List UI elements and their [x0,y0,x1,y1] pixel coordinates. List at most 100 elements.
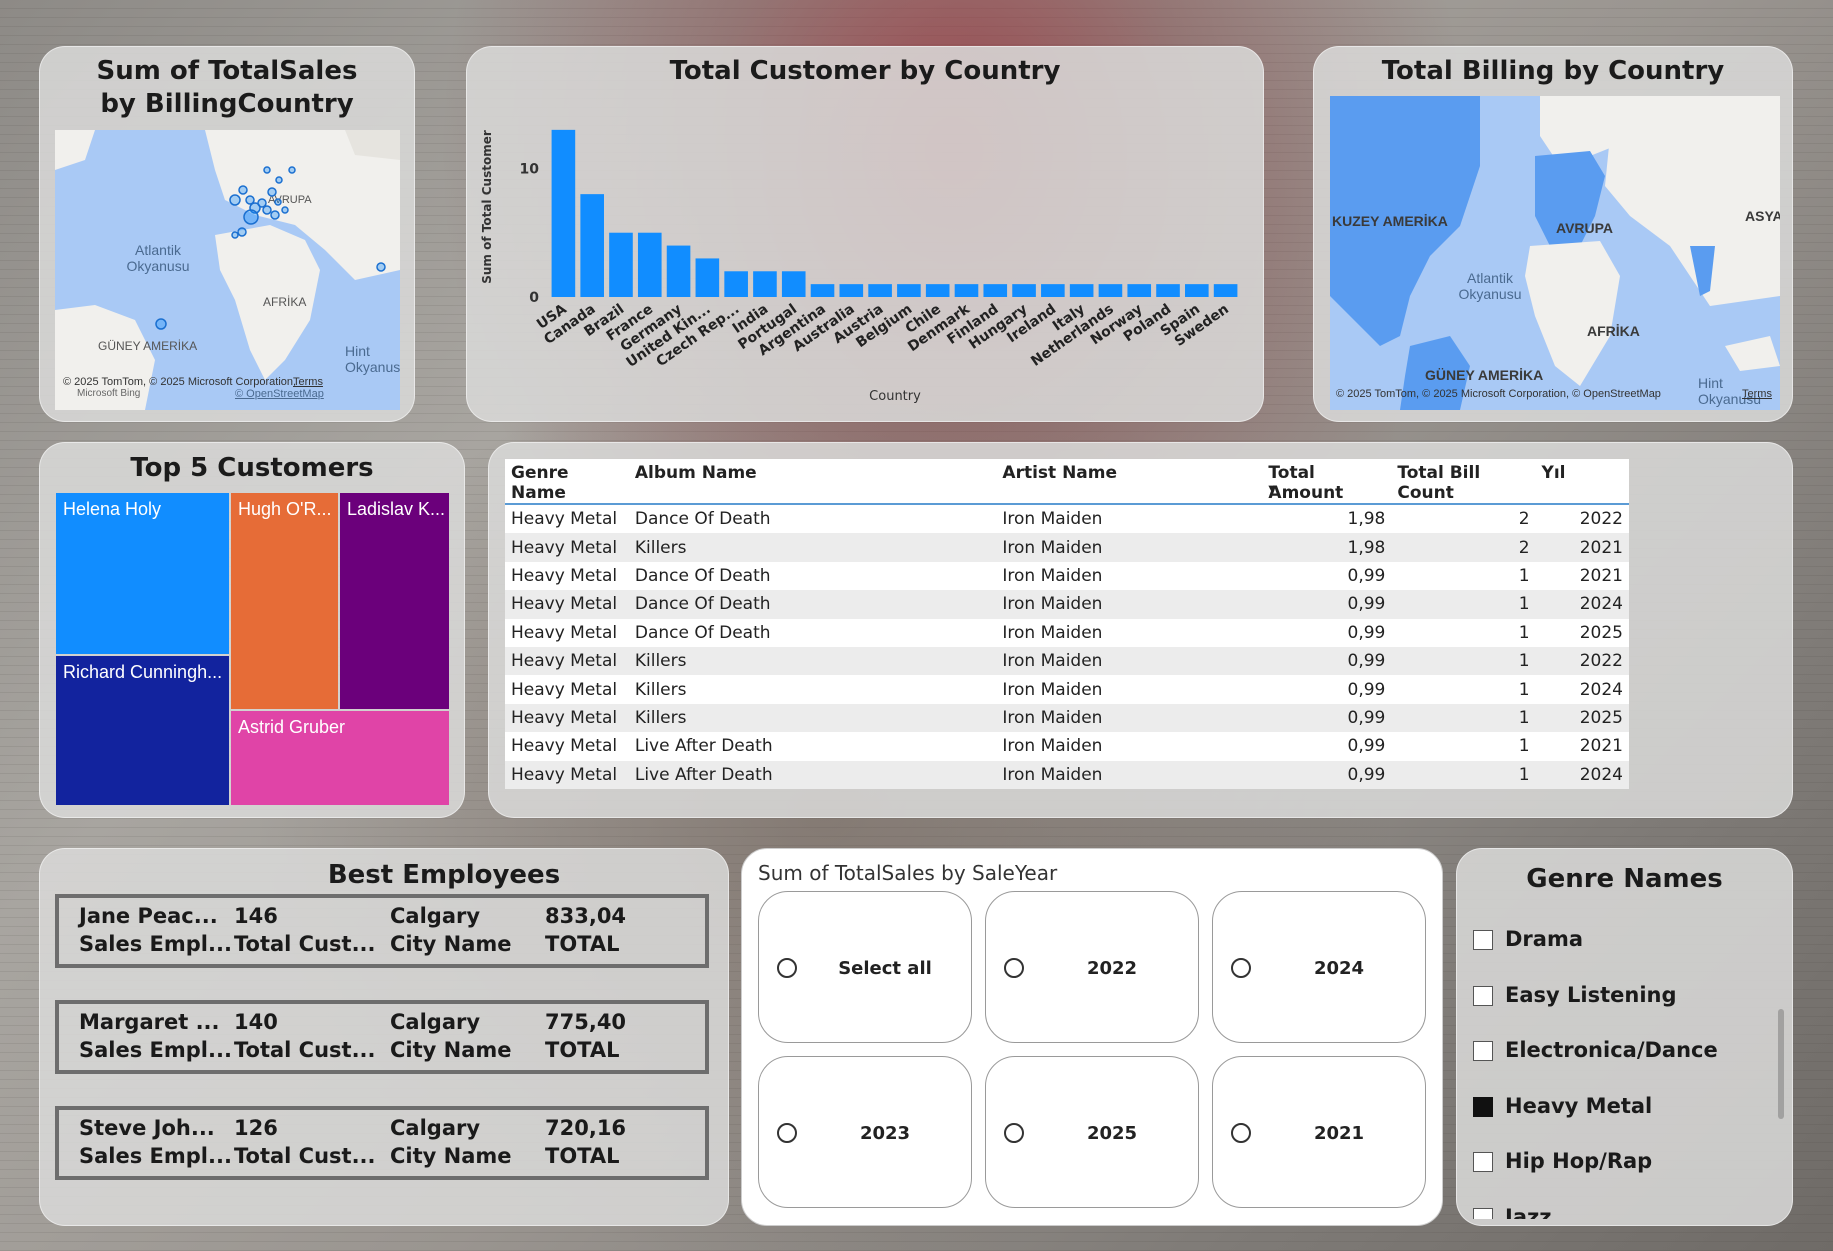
table-cell: 2021 [1579,565,1623,586]
treemap-cell[interactable]: Helena Holy [56,493,229,654]
year-option-button[interactable]: 2023 [758,1056,972,1208]
treemap-cell[interactable]: Astrid Gruber [231,711,449,805]
bar[interactable] [925,284,950,297]
year-slicer-panel: Sum of TotalSales by SaleYear Select all… [741,848,1443,1226]
detail-table-body: Heavy Metal Dance Of Death Iron Maiden 1,98… [505,504,1629,789]
column-header-label: Total Amount [1268,463,1344,503]
radio-icon[interactable] [1231,958,1251,978]
bar[interactable] [954,284,979,297]
table-cell: Heavy Metal [511,736,618,757]
treemap-label: Helena Holy [63,499,162,519]
genre-label: Jazz [1505,1204,1552,1220]
treemap-cell[interactable]: Richard Cunningh... [56,656,229,805]
table-row[interactable]: Heavy Metal Killers Iron Maiden 0,99 1 2022 [505,646,1629,676]
checkbox-icon[interactable] [1473,1041,1493,1061]
column-header-album[interactable]: Album Name [629,459,997,504]
radio-icon[interactable] [777,958,797,978]
year-option-button[interactable]: 2022 [985,891,1199,1043]
bar[interactable] [609,232,633,297]
map-label-atlantic: Atlantik Okyanusu [1458,270,1522,302]
employee-total-label: TOTAL [545,1144,620,1168]
bar[interactable] [1213,284,1238,297]
genre-scrollbar[interactable] [1778,1009,1784,1119]
bar[interactable] [695,258,720,297]
table-cell: 1 [1518,651,1530,672]
radio-icon[interactable] [1004,1123,1024,1143]
sales-map[interactable]: AVRUPA Atlantik Okyanusu AFRİKA GÜNEY AM… [55,130,400,410]
column-header-total-amount[interactable]: Total Amount ▼ [1262,459,1391,504]
column-header-bill-count[interactable]: Total Bill Count [1391,459,1535,504]
radio-icon[interactable] [1004,958,1024,978]
bar[interactable] [781,271,806,297]
y-axis-label: Sum of Total Customer [480,130,494,284]
bar[interactable] [666,245,691,297]
bar[interactable] [1156,284,1180,297]
table-row[interactable]: Heavy Metal Killers Iron Maiden 0,99 1 2025 [505,703,1629,733]
table-row[interactable]: Heavy Metal Dance Of Death Iron Maiden 1,98… [505,504,1629,534]
bar[interactable] [1069,284,1094,297]
bar[interactable] [1185,284,1209,297]
map-label-africa: AFRİKA [1587,323,1640,339]
billing-map[interactable]: KUZEY AMERİKA AVRUPA ASYA Atlantik Okyan… [1330,96,1780,410]
checkbox-icon[interactable] [1473,985,1493,1006]
table-cell: Killers [634,679,687,700]
table-cell: Iron Maiden [1002,651,1103,672]
bar[interactable] [551,129,576,297]
column-header-artist[interactable]: Artist Name [996,459,1262,504]
table-row[interactable]: Heavy Metal Dance Of Death Iron Maiden 0,99… [505,590,1629,619]
sales-map-osm-link[interactable]: © OpenStreetMap [235,388,324,400]
year-option-label: 2023 [859,1123,911,1144]
year-option-button[interactable]: 2024 [1212,891,1426,1043]
bar[interactable] [868,284,892,297]
table-row[interactable]: Heavy Metal Killers Iron Maiden 0,99 1 2024 [505,675,1629,704]
sales-map-title: Sum of TotalSales by BillingCountry [96,56,358,119]
column-header-year[interactable]: Yıl [1536,459,1629,504]
bar[interactable] [637,232,662,297]
table-cell: Killers [634,651,687,672]
bar[interactable] [580,194,604,297]
table-cell: 0,99 [1347,764,1386,785]
bar[interactable] [810,284,835,297]
table-cell: 2025 [1579,707,1623,728]
year-option-button[interactable]: 2025 [985,1056,1199,1208]
table-row[interactable]: Heavy Metal Dance Of Death Iron Maiden 0,99… [505,561,1629,591]
table-cell: 0,99 [1347,651,1386,672]
treemap-cell[interactable]: Ladislav K... [340,493,449,709]
bar[interactable] [1041,284,1065,297]
checkbox-checked-icon[interactable] [1473,1096,1493,1117]
sales-map-terms-link[interactable]: Terms [293,376,323,388]
table-row[interactable]: Heavy Metal Live After Death Iron Maiden 0,… [505,760,1629,789]
table-row[interactable]: Heavy Metal Killers Iron Maiden 1,98 2 2021 [505,533,1629,562]
year-option-button[interactable]: Select all [758,891,972,1043]
table-cell: Killers [634,707,687,728]
table-cell: Dance Of Death [634,622,771,643]
bar[interactable] [1127,284,1152,297]
radio-icon[interactable] [777,1123,797,1143]
x-axis-label: Country [869,389,921,404]
table-cell: Iron Maiden [1002,707,1103,728]
employee-customer-count-label: Total Cust... [234,932,376,956]
bar[interactable] [753,271,777,297]
treemap-label: Hugh O'R... [238,499,332,519]
bar[interactable] [839,284,864,297]
year-option-button[interactable]: 2021 [1212,1056,1426,1208]
checkbox-icon[interactable] [1473,930,1493,950]
checkbox-icon[interactable] [1473,1207,1493,1219]
treemap-cell[interactable]: Hugh O'R... [231,493,338,709]
billing-map-terms-link[interactable]: Terms [1742,388,1772,400]
employee-city-label: City Name [390,1144,512,1168]
bar[interactable] [1098,284,1123,297]
bar[interactable] [983,284,1008,297]
bar[interactable] [1012,284,1036,297]
radio-icon[interactable] [1231,1123,1251,1143]
checkbox-icon[interactable] [1473,1152,1493,1172]
bar[interactable] [724,271,748,297]
table-cell: 1,98 [1347,537,1386,558]
table-row[interactable]: Heavy Metal Dance Of Death Iron Maiden 0,99… [505,618,1629,647]
customer-bar-chart[interactable]: Sum of Total Customer010USACanadaBrazilF… [467,47,1265,423]
column-header-genre[interactable]: Genre Name [505,459,629,504]
genre-slicer-panel: Genre Names Drama Easy Listening Electroni… [1456,848,1793,1226]
table-row[interactable]: Heavy Metal Live After Death Iron Maiden 0,… [505,732,1629,761]
detail-table: Genre Name Album Name Artist Name Total … [505,459,1629,789]
bar[interactable] [897,284,921,297]
